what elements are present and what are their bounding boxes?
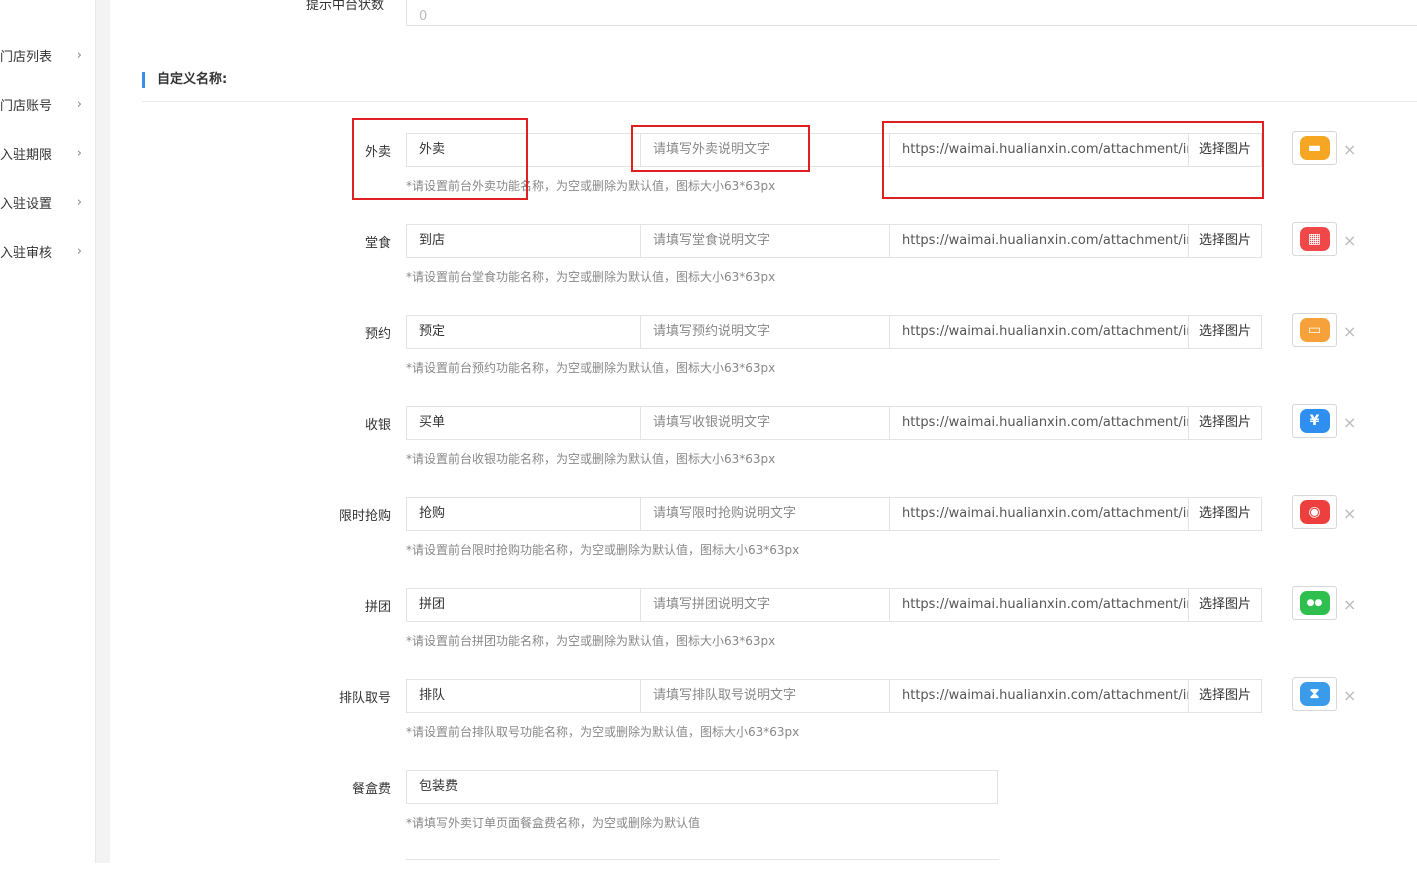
row-label: 限时抢购 [338, 509, 391, 524]
sidebar-item-label: 门店账号 [0, 98, 53, 114]
help-text: *请设置前台限时抢购功能名称，为空或删除为默认值，图标大小63*63px [406, 543, 800, 557]
description-input[interactable]: 请填写预约说明文字 [640, 315, 890, 349]
name-input[interactable]: 抢购 [406, 497, 641, 531]
description-input[interactable]: 请填写拼团说明文字 [640, 588, 890, 622]
description-input[interactable]: 请填写限时抢购说明文字 [640, 497, 890, 531]
help-text: *请设置前台拼团功能名称，为空或删除为默认值，图标大小63*63px [406, 634, 776, 648]
icon-preview[interactable]: ▦ [1292, 222, 1337, 256]
name-input[interactable]: 预定 [406, 315, 641, 349]
icon-preview[interactable]: ●● [1292, 586, 1337, 620]
next-field-top-edge [406, 859, 999, 869]
image-url-input[interactable]: https://waimai.hualianxin.com/attachment… [889, 406, 1189, 440]
section-divider [142, 101, 1417, 102]
help-text: *请设置前台预约功能名称，为空或删除为默认值，图标大小63*63px [406, 361, 776, 375]
image-url-input[interactable]: https://waimai.hualianxin.com/attachment… [889, 315, 1189, 349]
description-input[interactable]: 请填写排队取号说明文字 [640, 679, 890, 713]
group-users-icon: ●● [1299, 591, 1330, 615]
hourglass-icon: ⧗ [1299, 682, 1330, 706]
image-url-input[interactable]: https://waimai.hualianxin.com/attachment… [889, 497, 1189, 531]
sidebar-item-label: 入驻期限 [0, 147, 53, 163]
row-label: 预约 [364, 327, 391, 342]
name-input[interactable]: 拼团 [406, 588, 641, 622]
delete-icon[interactable]: × [1343, 413, 1356, 432]
sidebar-item-settle-period[interactable]: 入驻期限 › [0, 138, 96, 168]
custom-name-row-cashier: 收银 买单 请填写收银说明文字 https://waimai.hualianxi… [110, 404, 1417, 486]
chevron-right-icon: › [76, 243, 82, 259]
main-content: 提示中台状数 0 自定义名称: 外卖 外卖 请填写外卖说明文字 https://… [110, 0, 1417, 863]
annotation-box-description [631, 125, 810, 172]
delete-icon[interactable]: × [1343, 231, 1356, 250]
description-input[interactable]: 请填写堂食说明文字 [640, 224, 890, 258]
storefront-icon: ▦ [1299, 227, 1330, 251]
name-input[interactable]: 买单 [406, 406, 641, 440]
custom-name-row-dine-in: 堂食 到店 请填写堂食说明文字 https://waimai.hualianxi… [110, 222, 1417, 304]
image-url-input[interactable]: https://waimai.hualianxin.com/attachment… [889, 224, 1189, 258]
row-label: 拼团 [364, 600, 391, 615]
box-fee-input[interactable]: 包装费 [406, 770, 998, 804]
icon-preview[interactable]: ▭ [1292, 313, 1337, 347]
chevron-right-icon: › [76, 47, 82, 63]
sidebar-item-store-account[interactable]: 门店账号 › [0, 89, 96, 119]
yen-icon: ¥ [1299, 409, 1330, 433]
section-title: 自定义名称: [142, 72, 227, 88]
help-text: *请设置前台堂食功能名称，为空或删除为默认值，图标大小63*63px [406, 270, 776, 284]
help-text: *请设置前台收银功能名称，为空或删除为默认值，图标大小63*63px [406, 452, 776, 466]
choose-image-button[interactable]: 选择图片 [1188, 315, 1262, 349]
choose-image-button[interactable]: 选择图片 [1188, 679, 1262, 713]
image-url-input[interactable]: https://waimai.hualianxin.com/attachment… [889, 679, 1189, 713]
custom-name-row-reservation: 预约 预定 请填写预约说明文字 https://waimai.hualianxi… [110, 313, 1417, 395]
sidebar-item-settle-settings[interactable]: 入驻设置 › [0, 187, 96, 217]
sidebar-gutter [96, 0, 110, 863]
chevron-right-icon: › [76, 96, 82, 112]
name-input[interactable]: 排队 [406, 679, 641, 713]
top-field-input[interactable]: 0 [406, 0, 1417, 26]
delete-icon[interactable]: × [1343, 140, 1356, 159]
description-input[interactable]: 请填写收银说明文字 [640, 406, 890, 440]
help-text: *请填写外卖订单页面餐盒费名称，为空或删除为默认值 [406, 816, 701, 830]
name-input[interactable]: 到店 [406, 224, 641, 258]
calendar-icon: ▭ [1299, 318, 1330, 342]
choose-image-button[interactable]: 选择图片 [1188, 588, 1262, 622]
choose-image-button[interactable]: 选择图片 [1188, 406, 1262, 440]
annotation-box-name [352, 118, 528, 200]
image-url-input[interactable]: https://waimai.hualianxin.com/attachment… [889, 588, 1189, 622]
icon-preview[interactable]: ⧗ [1292, 677, 1337, 711]
sidebar-item-label: 门店列表 [0, 49, 53, 65]
sidebar-item-label: 入驻审核 [0, 245, 53, 261]
choose-image-button[interactable]: 选择图片 [1188, 224, 1262, 258]
help-text: *请设置前台排队取号功能名称，为空或删除为默认值，图标大小63*63px [406, 725, 800, 739]
sidebar: 门店列表 › 门店账号 › 入驻期限 › 入驻设置 › 入驻审核 › [0, 0, 96, 863]
sidebar-item-store-list[interactable]: 门店列表 › [0, 40, 96, 70]
top-field-label: 提示中台状数 [306, 0, 385, 13]
chevron-right-icon: › [76, 194, 82, 210]
alarm-clock-icon: ◉ [1299, 500, 1330, 524]
food-tray-icon: ▬ [1299, 136, 1330, 160]
sidebar-item-settle-review[interactable]: 入驻审核 › [0, 236, 96, 266]
choose-image-button[interactable]: 选择图片 [1188, 497, 1262, 531]
delete-icon[interactable]: × [1343, 322, 1356, 341]
box-fee-row: 餐盒费 包装费 *请填写外卖订单页面餐盒费名称，为空或删除为默认值 [110, 770, 1417, 850]
row-label: 餐盒费 [351, 782, 391, 797]
sidebar-item-label: 入驻设置 [0, 196, 53, 212]
annotation-box-image [882, 121, 1264, 199]
row-label: 堂食 [364, 236, 391, 251]
delete-icon[interactable]: × [1343, 595, 1356, 614]
custom-name-row-flash-sale: 限时抢购 抢购 请填写限时抢购说明文字 https://waimai.huali… [110, 495, 1417, 577]
row-label: 排队取号 [338, 691, 391, 706]
icon-preview[interactable]: ◉ [1292, 495, 1337, 529]
row-label: 收银 [364, 418, 391, 433]
icon-preview[interactable]: ▬ [1292, 131, 1337, 165]
delete-icon[interactable]: × [1343, 686, 1356, 705]
custom-name-row-queue: 排队取号 排队 请填写排队取号说明文字 https://waimai.huali… [110, 677, 1417, 759]
chevron-right-icon: › [76, 145, 82, 161]
delete-icon[interactable]: × [1343, 504, 1356, 523]
icon-preview[interactable]: ¥ [1292, 404, 1337, 438]
custom-name-row-group-buy: 拼团 拼团 请填写拼团说明文字 https://waimai.hualianxi… [110, 586, 1417, 668]
